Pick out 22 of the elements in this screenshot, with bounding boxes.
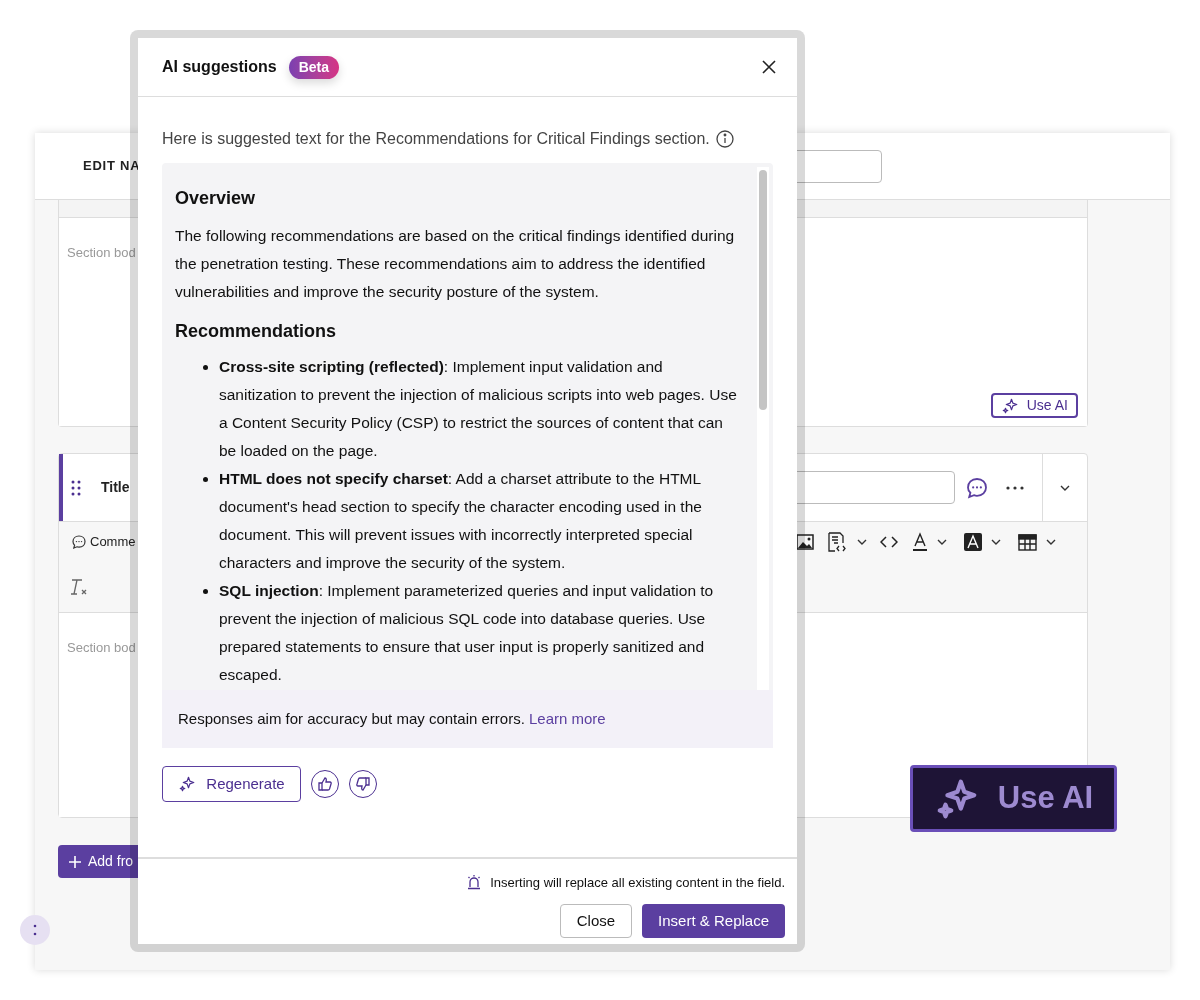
- placeholder-text: Section bod: [67, 640, 136, 655]
- beta-badge: Beta: [288, 55, 340, 79]
- warning-text: Inserting will replace all existing content in the field.: [490, 873, 785, 892]
- comment-button[interactable]: Comme: [71, 532, 136, 552]
- use-ai-button[interactable]: Use AI: [910, 765, 1117, 832]
- title-label: Title: [101, 478, 130, 497]
- regenerate-button[interactable]: Regenerate: [162, 766, 301, 802]
- insert-replace-button[interactable]: Insert & Replace: [642, 904, 785, 938]
- close-button[interactable]: Close: [559, 904, 633, 938]
- use-ai-button[interactable]: Use AI: [990, 393, 1078, 418]
- dialog-title: AI suggestions: [162, 57, 277, 77]
- section-heading: Overview: [175, 187, 257, 210]
- list-item-text: Cross-site scripting (reflected): Implement input validation and sanitization to prevent the injection of malicious scripts into web pages. Use a Content Security Policy (CSP) to restrict the sources of content that can be loaded on the page.: [219, 358, 737, 459]
- disclaimer-text: Responses aim for accuracy but may contain errors. Learn more: [178, 708, 606, 729]
- paragraph-text: The following recommendations are based on the critical findings identified during the penetration testing. These recommendations aim to address the identified vulnerabilities and improve the security posture of the system.: [175, 226, 736, 302]
- placeholder-text: Section bod: [67, 245, 136, 260]
- section-heading: Recommendations: [175, 320, 338, 343]
- editor-heading: EDIT NA: [83, 157, 141, 176]
- learn-more-link[interactable]: Learn more: [529, 709, 606, 727]
- list-item-text: SQL injection: Implement parameterized queries and input validation to prevent the injection of malicious SQL code into database queries. Use prepared statements to ensure that user input is properly sanitized and escaped.: [219, 582, 714, 683]
- intro-text: Here is suggested text for the Recommendations for Critical Findings section.: [162, 129, 710, 149]
- list-item-text: HTML does not specify charset: Add a charset attribute to the HTML document's head section to specify the character encoding used in the document. This will prevent issues with incorrectly interpreted special characters and improve the security of the system.: [219, 470, 702, 571]
